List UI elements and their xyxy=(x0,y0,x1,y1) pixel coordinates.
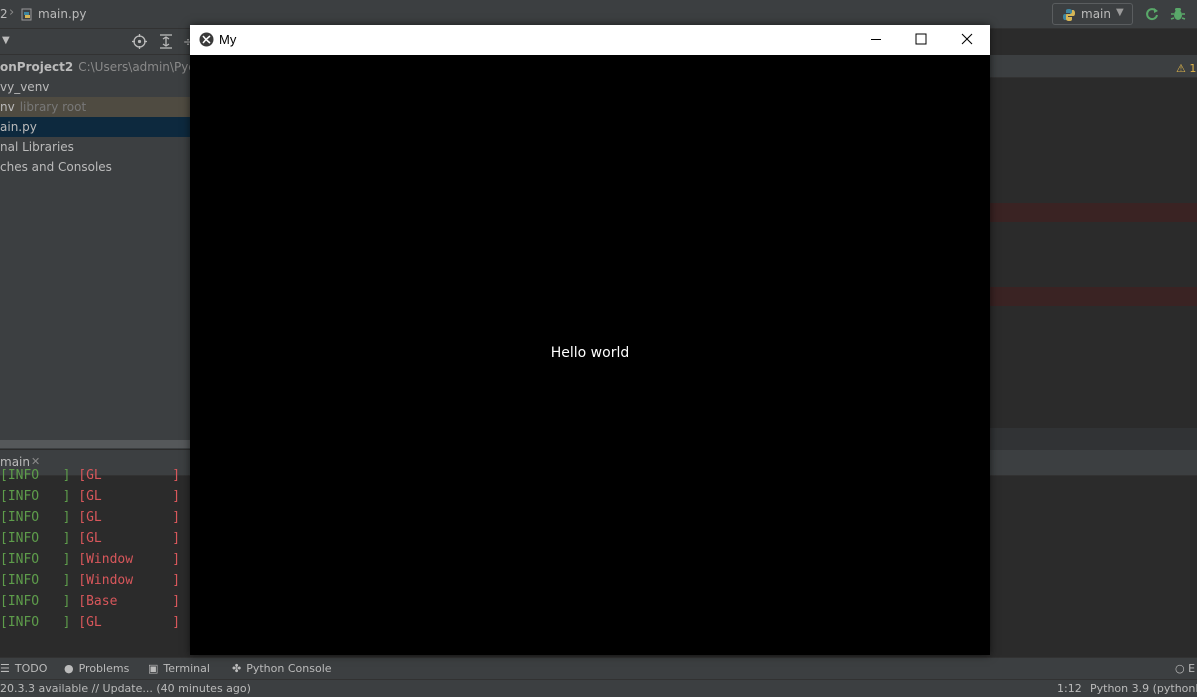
project-panel: ▼ ÷ onProject2 C:\Users\admin\Pycharm vy_… xyxy=(0,29,226,449)
caret-position[interactable]: 1:12 xyxy=(1057,682,1082,695)
tree-item-label: vy_venv xyxy=(0,80,50,94)
status-message[interactable]: 20.3.3 available // Update... (40 minute… xyxy=(0,682,251,695)
tree-item-main-py[interactable]: ain.py xyxy=(0,117,190,137)
tree-item-venv[interactable]: vy_venv xyxy=(0,77,190,97)
kivy-logo-icon xyxy=(199,32,214,47)
app-window: My Hello world xyxy=(190,25,990,655)
hello-label: Hello world xyxy=(550,345,630,361)
close-button[interactable] xyxy=(944,25,990,55)
event-log-button[interactable]: ○ E xyxy=(1175,662,1195,675)
tool-window-bar: ☰ TODO ● Problems ▣ Terminal ✤ Python Consol… xyxy=(0,657,1197,679)
collapse-all-icon[interactable] xyxy=(159,34,173,49)
app-canvas: Hello world xyxy=(190,55,990,655)
tree-item-label: ches and Consoles xyxy=(0,160,112,174)
log-line: [INFO ] [Window ] xyxy=(0,573,181,588)
project-toolbar: ▼ ÷ xyxy=(0,29,193,55)
app-window-title: My xyxy=(219,32,237,47)
tree-item-library-root-tag: library root xyxy=(19,100,87,114)
log-line: [INFO ] [Base ] xyxy=(0,594,181,609)
log-line: [INFO ] [GL ] xyxy=(0,468,181,483)
python-file-icon xyxy=(21,8,32,21)
run-tab-main[interactable]: main xyxy=(0,455,30,469)
error-highlight-line xyxy=(990,203,1197,222)
problems-tool-button[interactable]: ● Problems xyxy=(64,662,129,675)
tree-item-label: nal Libraries xyxy=(0,140,74,154)
search-icon: ○ xyxy=(1175,662,1185,675)
log-line: [INFO ] [Window ] xyxy=(0,552,181,567)
breadcrumb-file[interactable]: main.py xyxy=(38,7,87,21)
editor-tab-strip xyxy=(990,55,1197,78)
python-console-icon: ✤ xyxy=(232,662,242,675)
editor-breadcrumb-bar xyxy=(990,428,1197,450)
python-icon xyxy=(1063,9,1075,21)
rerun-icon[interactable] xyxy=(1144,6,1160,22)
error-highlight-line xyxy=(990,287,1197,306)
minimize-button[interactable] xyxy=(853,25,899,55)
maximize-button[interactable] xyxy=(898,25,944,55)
app-title-bar[interactable]: My xyxy=(190,25,990,55)
tree-item-project-root[interactable]: onProject2 C:\Users\admin\Pycharm xyxy=(0,57,226,77)
interpreter-selector[interactable]: Python 3.9 (pythonP xyxy=(1090,682,1197,695)
tree-item-label: nv xyxy=(0,100,15,114)
list-icon: ☰ xyxy=(0,662,10,675)
log-line: [INFO ] [GL ] xyxy=(0,531,181,546)
tree-item-external-libraries[interactable]: nal Libraries xyxy=(0,137,190,157)
code-editor[interactable] xyxy=(990,55,1197,450)
locate-target-icon[interactable] xyxy=(132,34,147,49)
info-circle-icon: ● xyxy=(64,662,74,675)
log-line: [INFO ] [GL ] xyxy=(0,489,181,504)
tree-item-label: onProject2 xyxy=(0,60,74,74)
chevron-down-icon: ▼ xyxy=(1116,7,1124,18)
todo-tool-button[interactable]: ☰ TODO xyxy=(0,662,47,675)
log-line: [INFO ] [GL ] xyxy=(0,510,181,525)
run-configuration-dropdown[interactable]: main ▼ xyxy=(1052,3,1133,25)
status-bar: 20.3.3 available // Update... (40 minute… xyxy=(0,679,1197,697)
warning-icon: ⚠ xyxy=(1176,62,1186,75)
warning-indicator[interactable]: ⚠ 1 xyxy=(1176,62,1196,75)
horizontal-scrollbar[interactable] xyxy=(0,440,190,448)
run-configuration-label: main xyxy=(1081,7,1111,21)
debug-bug-icon[interactable] xyxy=(1170,6,1186,22)
close-icon[interactable]: ✕ xyxy=(31,455,40,468)
tree-item-scratches[interactable]: ches and Consoles xyxy=(0,157,190,177)
tree-item-library[interactable]: nv library root xyxy=(0,97,190,117)
log-line: [INFO ] [GL ] xyxy=(0,615,181,630)
python-console-tool-button[interactable]: ✤ Python Console xyxy=(232,662,332,675)
breadcrumb-project[interactable]: 2 xyxy=(0,7,8,21)
chevron-down-icon[interactable]: ▼ xyxy=(2,35,10,46)
warning-count: 1 xyxy=(1189,62,1197,75)
breadcrumb-separator-icon: › xyxy=(9,5,15,20)
terminal-tool-button[interactable]: ▣ Terminal xyxy=(148,662,210,675)
terminal-icon: ▣ xyxy=(148,662,159,675)
tree-item-label: ain.py xyxy=(0,120,37,134)
